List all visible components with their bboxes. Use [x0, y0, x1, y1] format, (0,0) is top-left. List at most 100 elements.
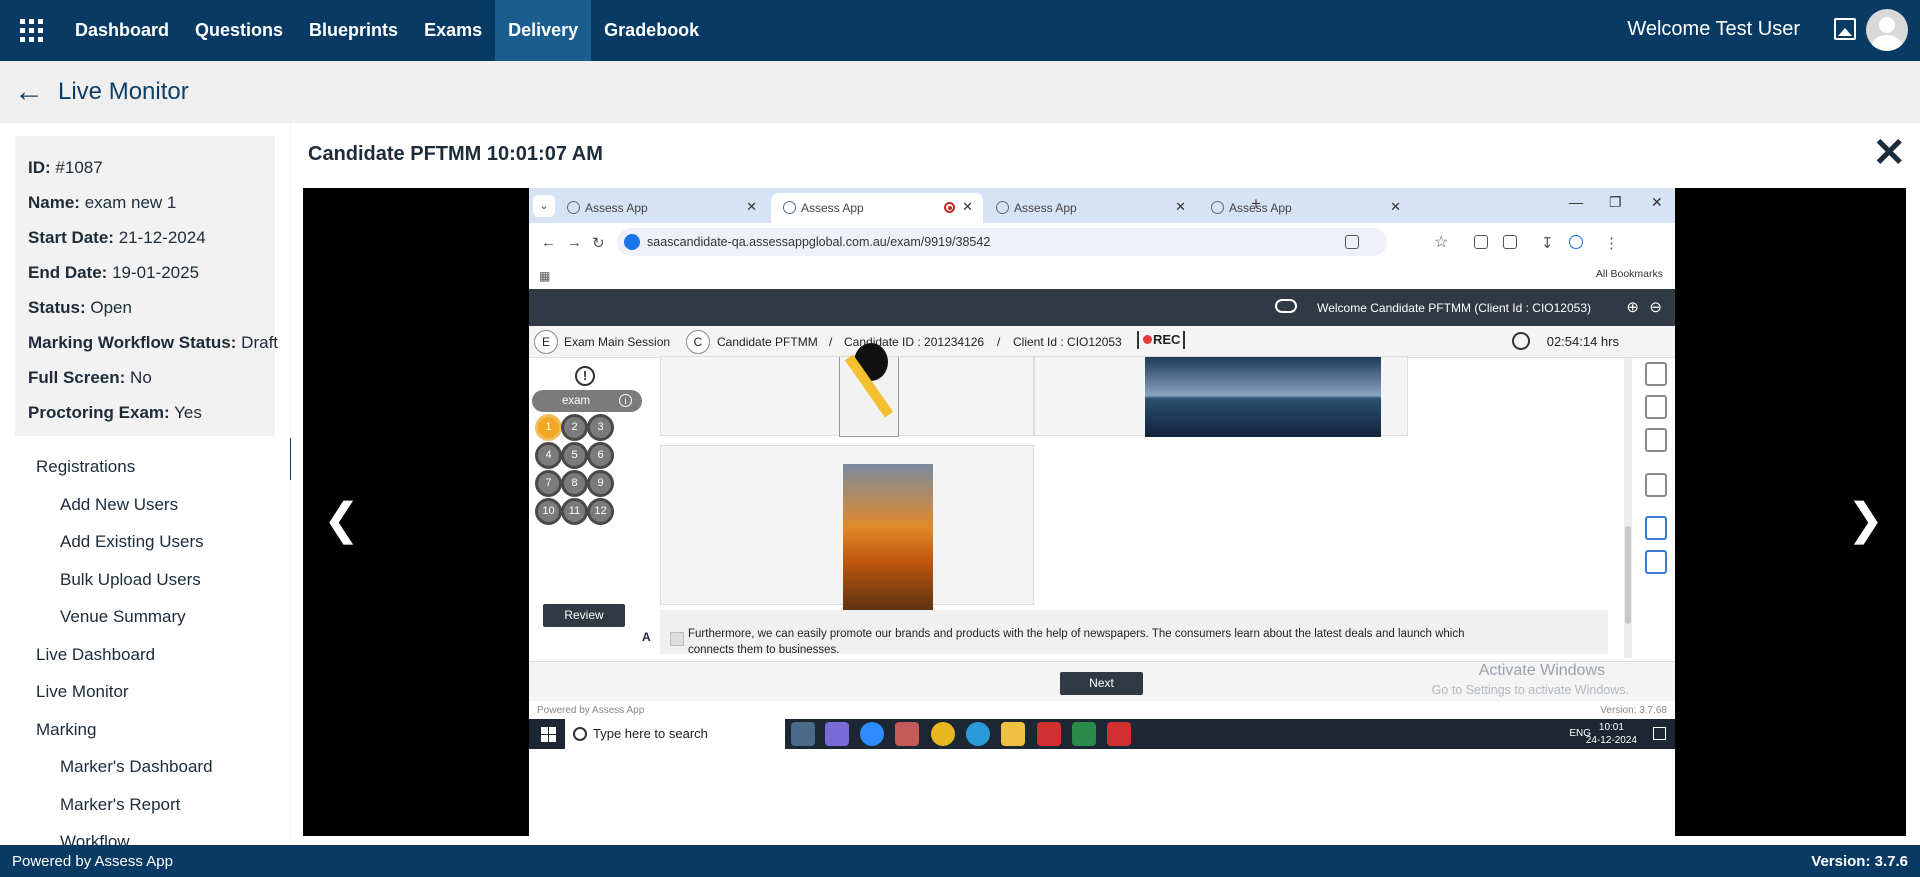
question-number[interactable]: 4 [535, 442, 562, 469]
sidebar-item-add-new-users[interactable]: Add New Users [0, 486, 290, 524]
browser-forward-icon[interactable]: → [567, 234, 582, 251]
zoom-in-icon[interactable]: ⊕ [1626, 298, 1639, 316]
exam-scrollbar[interactable] [1624, 358, 1632, 658]
tab-search-icon[interactable]: ⌄ [533, 195, 555, 217]
clipboard-icon[interactable] [1645, 550, 1667, 574]
question-number[interactable]: 6 [587, 442, 614, 469]
star-icon[interactable]: ☆ [1434, 232, 1448, 252]
next-arrow-icon[interactable]: ❯ [1847, 498, 1884, 542]
edge-icon[interactable] [966, 722, 990, 746]
nav-exams[interactable]: Exams [411, 0, 495, 61]
section-pill[interactable]: exam i [532, 390, 642, 412]
question-number[interactable]: 7 [535, 470, 562, 497]
question-number[interactable]: 9 [587, 470, 614, 497]
option-image-card[interactable] [1034, 356, 1408, 437]
browser-menu-icon[interactable]: ⋮ [1604, 234, 1619, 252]
exam-version: Version: 3.7.68 [1600, 705, 1667, 716]
browser-tab-3[interactable]: Assess App ✕ [984, 193, 1196, 223]
answer-option[interactable]: A Furthermore, we can easily promote our… [642, 610, 1608, 656]
avatar[interactable] [1866, 9, 1908, 51]
question-number[interactable]: 12 [587, 498, 614, 525]
info-icon[interactable]: i [619, 394, 632, 407]
nav-dashboard[interactable]: Dashboard [62, 0, 182, 61]
taskbar-clock[interactable]: 10:01 24-12-2024 [1586, 721, 1637, 747]
question-number[interactable]: 1 [535, 414, 562, 441]
copilot-icon[interactable] [825, 722, 849, 746]
review-button[interactable]: Review [543, 604, 625, 627]
sidebar-item-registrations[interactable]: Registrations [0, 448, 290, 486]
profile-icon[interactable] [1569, 235, 1583, 249]
document-icon[interactable] [1645, 516, 1667, 540]
minimize-icon[interactable]: — [1569, 194, 1583, 210]
tab-close-icon[interactable]: ✕ [746, 199, 757, 215]
sidebar-item-bulk-upload-users[interactable]: Bulk Upload Users [0, 561, 290, 599]
sidebar-item-workflow[interactable]: Workflow [0, 823, 290, 845]
answer-checkbox[interactable] [670, 632, 684, 646]
file-explorer-icon[interactable] [1001, 722, 1025, 746]
browser-tab-2[interactable]: Assess App ✕ [771, 193, 983, 223]
browser-tab-1[interactable]: Assess App ✕ [555, 193, 767, 223]
all-bookmarks[interactable]: All Bookmarks [1596, 268, 1663, 280]
task-view-icon[interactable] [791, 722, 815, 746]
nav-blueprints[interactable]: Blueprints [296, 0, 411, 61]
question-number[interactable]: 8 [561, 470, 588, 497]
nav-questions[interactable]: Questions [182, 0, 296, 61]
browser-back-icon[interactable]: ← [541, 234, 556, 251]
question-number[interactable]: 10 [535, 498, 562, 525]
warning-icon[interactable]: ! [575, 366, 595, 386]
image-icon[interactable] [1834, 18, 1856, 40]
windows-taskbar: Type here to search ENG 10:01 24-12-2024 [529, 719, 1675, 749]
browser-tab-4[interactable]: Assess App ✕ [1199, 193, 1411, 223]
vc-app-icon[interactable] [1037, 722, 1061, 746]
back-arrow-icon[interactable]: ← [14, 77, 44, 107]
prev-arrow-icon[interactable]: ❮ [323, 498, 360, 542]
question-number[interactable]: 5 [561, 442, 588, 469]
extension-icon[interactable] [1474, 235, 1488, 249]
reload-icon[interactable]: ↻ [592, 234, 605, 252]
windows-start-icon[interactable] [541, 727, 556, 742]
tab-close-icon[interactable]: ✕ [962, 199, 973, 215]
apps-icon[interactable]: ▦ [539, 269, 550, 283]
notepad-icon[interactable] [1645, 395, 1667, 419]
question-number[interactable]: 2 [561, 414, 588, 441]
sidebar-item-markers-report[interactable]: Marker's Report [0, 786, 290, 824]
sidebar-item-live-dashboard[interactable]: Live Dashboard [0, 636, 290, 674]
exam-breadcrumb: E Exam Main Session C Candidate PFTMM / … [529, 326, 1675, 358]
puzzle-icon[interactable] [1503, 235, 1517, 249]
restore-icon[interactable]: ❐ [1609, 194, 1622, 211]
url-input[interactable]: saascandidate-qa.assessappglobal.com.au/… [617, 228, 1387, 256]
download-icon[interactable]: ↧ [1541, 234, 1554, 252]
sidebar-item-marking[interactable]: Marking [0, 711, 290, 749]
notification-icon[interactable] [1653, 727, 1666, 740]
sidebar-item-add-existing-users[interactable]: Add Existing Users [0, 523, 290, 561]
nav-gradebook[interactable]: Gradebook [591, 0, 712, 61]
option-image-card[interactable] [660, 445, 1034, 621]
zoom-out-icon[interactable]: ⊖ [1649, 298, 1662, 316]
sidebar-item-live-monitor[interactable]: Live Monitor [0, 673, 290, 711]
recorder-icon[interactable] [1107, 722, 1131, 746]
new-tab-icon[interactable]: + [1251, 194, 1261, 214]
exam-powered-bar: Powered by Assess App Version: 3.7.68 [529, 701, 1675, 719]
app-grid-icon[interactable] [0, 0, 62, 61]
zoom-app-icon[interactable] [860, 722, 884, 746]
option-image-card[interactable] [660, 343, 1034, 437]
candidate-title: Candidate PFTMM 10:01:07 AM [308, 143, 603, 165]
window-close-icon[interactable]: ✕ [1651, 194, 1663, 211]
next-button[interactable]: Next [1060, 672, 1143, 695]
install-icon[interactable] [1345, 235, 1359, 249]
outlook-icon[interactable] [895, 722, 919, 746]
excel-icon[interactable] [1072, 722, 1096, 746]
sidebar-item-venue-summary[interactable]: Venue Summary [0, 598, 290, 636]
highlighter-icon[interactable] [1645, 473, 1667, 497]
tab-close-icon[interactable]: ✕ [1175, 199, 1186, 215]
chrome-icon[interactable] [931, 722, 955, 746]
close-icon[interactable]: ✕ [1872, 133, 1906, 173]
sidebar-item-markers-dashboard[interactable]: Marker's Dashboard [0, 748, 290, 786]
calculator-icon[interactable] [1645, 362, 1667, 386]
question-number[interactable]: 11 [561, 498, 588, 525]
nav-delivery[interactable]: Delivery [495, 0, 592, 61]
speaker-icon[interactable] [1645, 428, 1667, 452]
taskbar-search[interactable]: Type here to search [565, 719, 785, 749]
question-number[interactable]: 3 [587, 414, 614, 441]
tab-close-icon[interactable]: ✕ [1390, 199, 1401, 215]
